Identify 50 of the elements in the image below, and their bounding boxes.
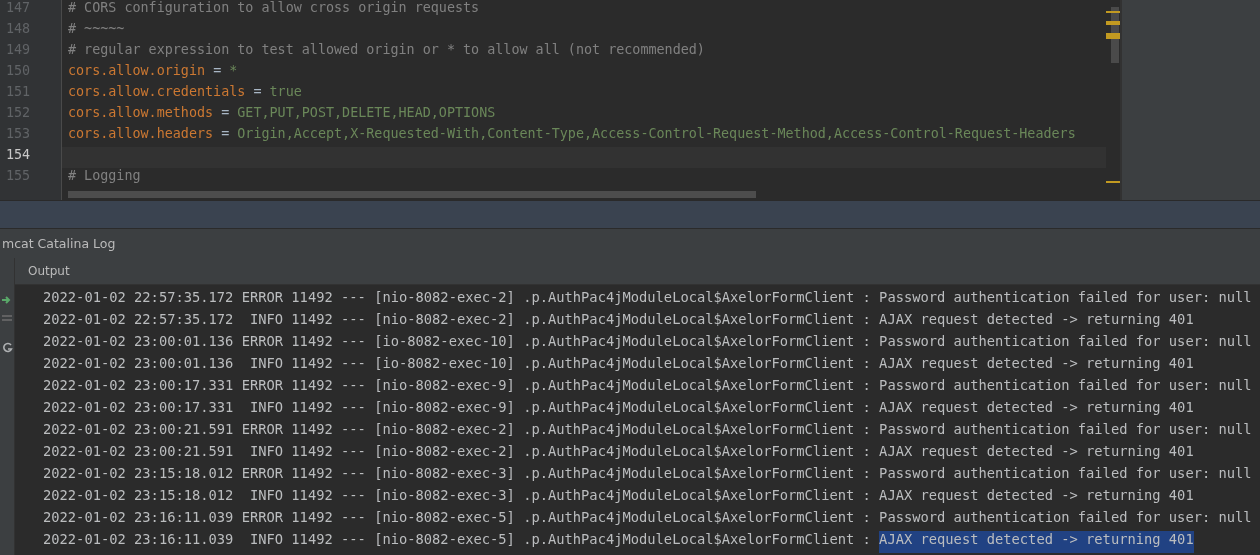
log-message: AJAX request detected -> returning 401 [879,355,1194,373]
log-prefix: 2022-01-02 23:16:11.039 INFO 11492 --- [nio-8082-exec-5] .p.AuthPac4jModuleLocal$AxelorFormClient : [43,531,872,549]
warning-marker-icon[interactable] [1106,21,1120,25]
property-key: cors.allow.headers [68,126,214,141]
log-message: Password authentication failed for user: null [879,421,1252,439]
code-comment: # ~~~~~ [68,21,125,36]
property-value: * [229,63,238,78]
log-prefix: 2022-01-02 23:15:18.012 ERROR 11492 --- [nio-8082-exec-3] .p.AuthPac4jModuleLocal$AxelorFormClient : [43,465,872,483]
log-prefix: 2022-01-02 23:00:01.136 ERROR 11492 --- [io-8082-exec-10] .p.AuthPac4jModuleLocal$AxelorFormClient : [43,333,872,351]
tool-window-title: mcat Catalina Log [2,236,116,251]
log-prefix: 2022-01-02 23:15:18.012 INFO 11492 --- [nio-8082-exec-3] .p.AuthPac4jModuleLocal$AxelorFormClient : [43,487,872,505]
arrow-icon[interactable] [1,294,13,306]
log-message: AJAX request detected -> returning 401 [879,487,1194,505]
log-message: AJAX request detected -> returning 401 [879,443,1194,461]
code-comment: # Logging [68,168,141,183]
log-prefix: 2022-01-02 22:57:35.172 INFO 11492 --- [nio-8082-exec-2] .p.AuthPac4jModuleLocal$AxelorFormClient : [43,311,872,329]
log-prefix: 2022-01-02 23:16:11.039 ERROR 11492 --- [nio-8082-exec-5] .p.AuthPac4jModuleLocal$AxelorFormClient : [43,509,872,527]
warning-marker-icon[interactable] [1106,181,1120,183]
log-prefix: 2022-01-02 23:00:17.331 INFO 11492 --- [nio-8082-exec-9] .p.AuthPac4jModuleLocal$AxelorFormClient : [43,399,872,417]
code-comment: # regular expression to test allowed origin or * to allow all (not recommended) [68,42,705,57]
log-message: AJAX request detected -> returning 401 [879,311,1194,329]
warning-marker-icon[interactable] [1106,33,1120,39]
log-message: Password authentication failed for user: null [879,465,1252,483]
wrap-icon[interactable] [1,342,13,353]
selected-log-message: AJAX request detected -> returning 401 [879,531,1194,553]
lines-icon[interactable] [2,314,12,322]
log-message: Password authentication failed for user: null [879,377,1252,395]
log-prefix: 2022-01-02 23:00:21.591 ERROR 11492 --- [nio-8082-exec-2] .p.AuthPac4jModuleLocal$AxelorFormClient : [43,421,872,439]
log-prefix: 2022-01-02 22:57:35.172 ERROR 11492 --- [nio-8082-exec-2] .p.AuthPac4jModuleLocal$AxelorFormClient : [43,289,872,307]
log-message: AJAX request detected -> returning 401 [879,399,1194,417]
horizontal-scrollbar[interactable] [68,191,756,198]
equals-sign: = [253,84,262,99]
property-key: cors.allow.origin [68,63,206,78]
property-value: GET,PUT,POST,DELETE,HEAD,OPTIONS [237,105,496,120]
log-prefix: 2022-01-02 23:00:01.136 INFO 11492 --- [io-8082-exec-10] .p.AuthPac4jModuleLocal$AxelorFormClient : [43,355,872,373]
equals-sign: = [221,105,230,120]
property-value: true [269,84,302,99]
log-message: Password authentication failed for user: null [879,289,1252,307]
log-message: Password authentication failed for user: null [879,509,1252,527]
property-key: cors.allow.credentials [68,84,246,99]
property-key: cors.allow.methods [68,105,214,120]
equals-sign: = [221,126,230,141]
warning-marker-icon[interactable] [1106,11,1120,13]
property-value: Origin,Accept,X-Requested-With,Content-Type,Access-Control-Request-Method,Access-Control-Request-Headers [237,126,1076,141]
code-comment: # CORS configuration to allow cross origin requests [68,0,480,15]
log-prefix: 2022-01-02 23:00:17.331 ERROR 11492 --- [nio-8082-exec-9] .p.AuthPac4jModuleLocal$AxelorFormClient : [43,377,872,395]
line-number: 154 [5,147,32,164]
log-prefix: 2022-01-02 23:00:21.591 INFO 11492 --- [nio-8082-exec-2] .p.AuthPac4jModuleLocal$AxelorFormClient : [43,443,872,461]
log-message: Password authentication failed for user: null [879,333,1252,351]
equals-sign: = [213,63,222,78]
